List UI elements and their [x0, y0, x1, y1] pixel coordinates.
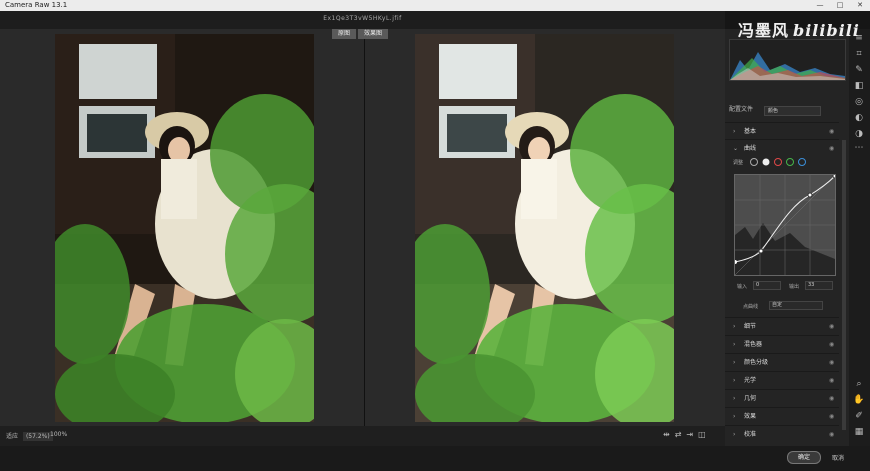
- zoom-icon[interactable]: ⌕: [853, 379, 865, 389]
- hand-icon[interactable]: ✋: [853, 395, 865, 405]
- view-toggle: 原图 效果图: [332, 29, 389, 39]
- chevron-right-icon: ›: [733, 413, 736, 420]
- before-view-button[interactable]: 原图: [332, 29, 357, 39]
- section-label: 颜色分级: [744, 359, 769, 366]
- compare-icon[interactable]: ⇹: [663, 430, 670, 439]
- section-label: 曲线: [744, 145, 757, 152]
- section-detail[interactable]: › 细节 ◉: [725, 317, 839, 335]
- heal-icon[interactable]: ✎: [853, 65, 865, 75]
- snapshot-icon[interactable]: ◑: [853, 129, 865, 139]
- section-color-mixer[interactable]: › 混色器 ◉: [725, 335, 839, 353]
- section-label: 混色器: [744, 341, 763, 348]
- section-label: 基本: [744, 128, 757, 135]
- presets-icon[interactable]: ◐: [853, 113, 865, 123]
- watermark-text: 冯墨风: [738, 21, 790, 40]
- chevron-right-icon: ›: [733, 377, 736, 384]
- eye-icon[interactable]: ◉: [829, 140, 834, 157]
- section-curve[interactable]: ⌄ 曲线 ◉: [725, 139, 839, 157]
- zoom-value: (57.2%): [22, 432, 53, 441]
- curve-adjust-label: 调整: [733, 160, 744, 166]
- zoom-select[interactable]: 适应 (57.2%): [6, 431, 53, 441]
- eye-icon[interactable]: ◉: [829, 336, 834, 353]
- eye-icon[interactable]: ◉: [829, 426, 834, 443]
- profile-select[interactable]: 颜色: [764, 106, 821, 116]
- section-optics[interactable]: › 光学 ◉: [725, 371, 839, 389]
- eye-icon[interactable]: ◉: [829, 372, 834, 389]
- section-label: 效果: [744, 413, 757, 420]
- preview-bottom-bar: 适应 (57.2%) 100% ⇹ ⇄ ⇥ ◫: [0, 426, 725, 446]
- tool-strip: ≡ ⌗ ✎ ◧ ◎ ◐ ◑ ⋯ ⌕ ✋ ✐ ▦: [849, 29, 870, 446]
- curve-channel-selector[interactable]: [749, 157, 809, 167]
- more-icon[interactable]: ⋯: [853, 143, 865, 153]
- profile-label: 配置文件: [729, 106, 754, 113]
- input-field[interactable]: 0: [753, 281, 781, 290]
- eye-icon[interactable]: ◉: [829, 390, 834, 407]
- close-button[interactable]: ✕: [850, 0, 870, 11]
- section-color-grading[interactable]: › 颜色分级 ◉: [725, 353, 839, 371]
- chevron-right-icon: ›: [733, 395, 736, 402]
- edit-panel: 配置文件 颜色 › 基本 ◉ ⌄ 曲线 ◉ 调整 输入 0 输出 33 点曲线 …: [725, 29, 849, 446]
- chevron-right-icon: ›: [733, 431, 736, 438]
- mask-icon[interactable]: ◧: [853, 81, 865, 91]
- chevron-right-icon: ›: [733, 323, 736, 330]
- redeye-icon[interactable]: ◎: [853, 97, 865, 107]
- section-geometry[interactable]: › 几何 ◉: [725, 389, 839, 407]
- chevron-right-icon: ›: [733, 128, 736, 135]
- point-curve-label: 点曲线: [743, 304, 759, 310]
- section-effects[interactable]: › 效果 ◉: [725, 407, 839, 425]
- eye-icon[interactable]: ◉: [829, 354, 834, 371]
- eye-icon[interactable]: ◉: [829, 318, 834, 335]
- app-title: Camera Raw 13.1: [5, 1, 68, 9]
- section-label: 校准: [744, 431, 757, 438]
- section-label: 光学: [744, 377, 757, 384]
- output-field[interactable]: 33: [805, 281, 833, 290]
- point-curve-select[interactable]: 自定: [769, 301, 823, 310]
- title-bar: Camera Raw 13.1 — □ ✕: [0, 0, 870, 11]
- watermark: 冯墨风 bilibili: [738, 17, 860, 41]
- minimize-button[interactable]: —: [810, 0, 830, 11]
- preview-area[interactable]: [0, 29, 725, 426]
- before-photo: [55, 34, 314, 422]
- copy-icon[interactable]: ⇥: [686, 430, 693, 439]
- preview-divider: [364, 29, 365, 426]
- chevron-right-icon: ›: [733, 359, 736, 366]
- status-bar: [0, 446, 870, 471]
- eye-icon[interactable]: ◉: [829, 408, 834, 425]
- crop-icon[interactable]: ⌗: [853, 49, 865, 59]
- toggle-icon[interactable]: ◫: [698, 430, 706, 439]
- swap-icon[interactable]: ⇄: [675, 430, 682, 439]
- input-label: 输入: [737, 284, 748, 290]
- maximize-button[interactable]: □: [830, 0, 850, 11]
- after-photo: [415, 34, 674, 422]
- watermark-brand: bilibili: [793, 21, 860, 40]
- histogram: [729, 39, 846, 81]
- chevron-right-icon: ›: [733, 341, 736, 348]
- zoom-label: 适应: [6, 433, 19, 440]
- cancel-button[interactable]: 取消: [832, 453, 844, 462]
- section-basic[interactable]: › 基本 ◉: [725, 122, 839, 140]
- section-label: 几何: [744, 395, 757, 402]
- sampler-icon[interactable]: ✐: [853, 411, 865, 421]
- zoom-preset[interactable]: 100%: [50, 431, 67, 438]
- file-name: Ex1Qe3T3vW5HKyL.jfif: [323, 15, 402, 22]
- chevron-down-icon: ⌄: [733, 145, 739, 152]
- after-view-button[interactable]: 效果图: [358, 29, 389, 39]
- panel-scrollbar[interactable]: [842, 140, 846, 430]
- output-label: 输出: [789, 284, 800, 290]
- eye-icon[interactable]: ◉: [829, 123, 834, 140]
- section-label: 细节: [744, 323, 757, 330]
- section-calibration[interactable]: › 校准 ◉: [725, 425, 839, 443]
- tone-curve-graph[interactable]: [733, 173, 838, 276]
- grid-icon[interactable]: ▦: [853, 427, 865, 437]
- file-bar: Ex1Qe3T3vW5HKyL.jfif: [0, 11, 725, 29]
- ok-button[interactable]: 确定: [787, 451, 821, 464]
